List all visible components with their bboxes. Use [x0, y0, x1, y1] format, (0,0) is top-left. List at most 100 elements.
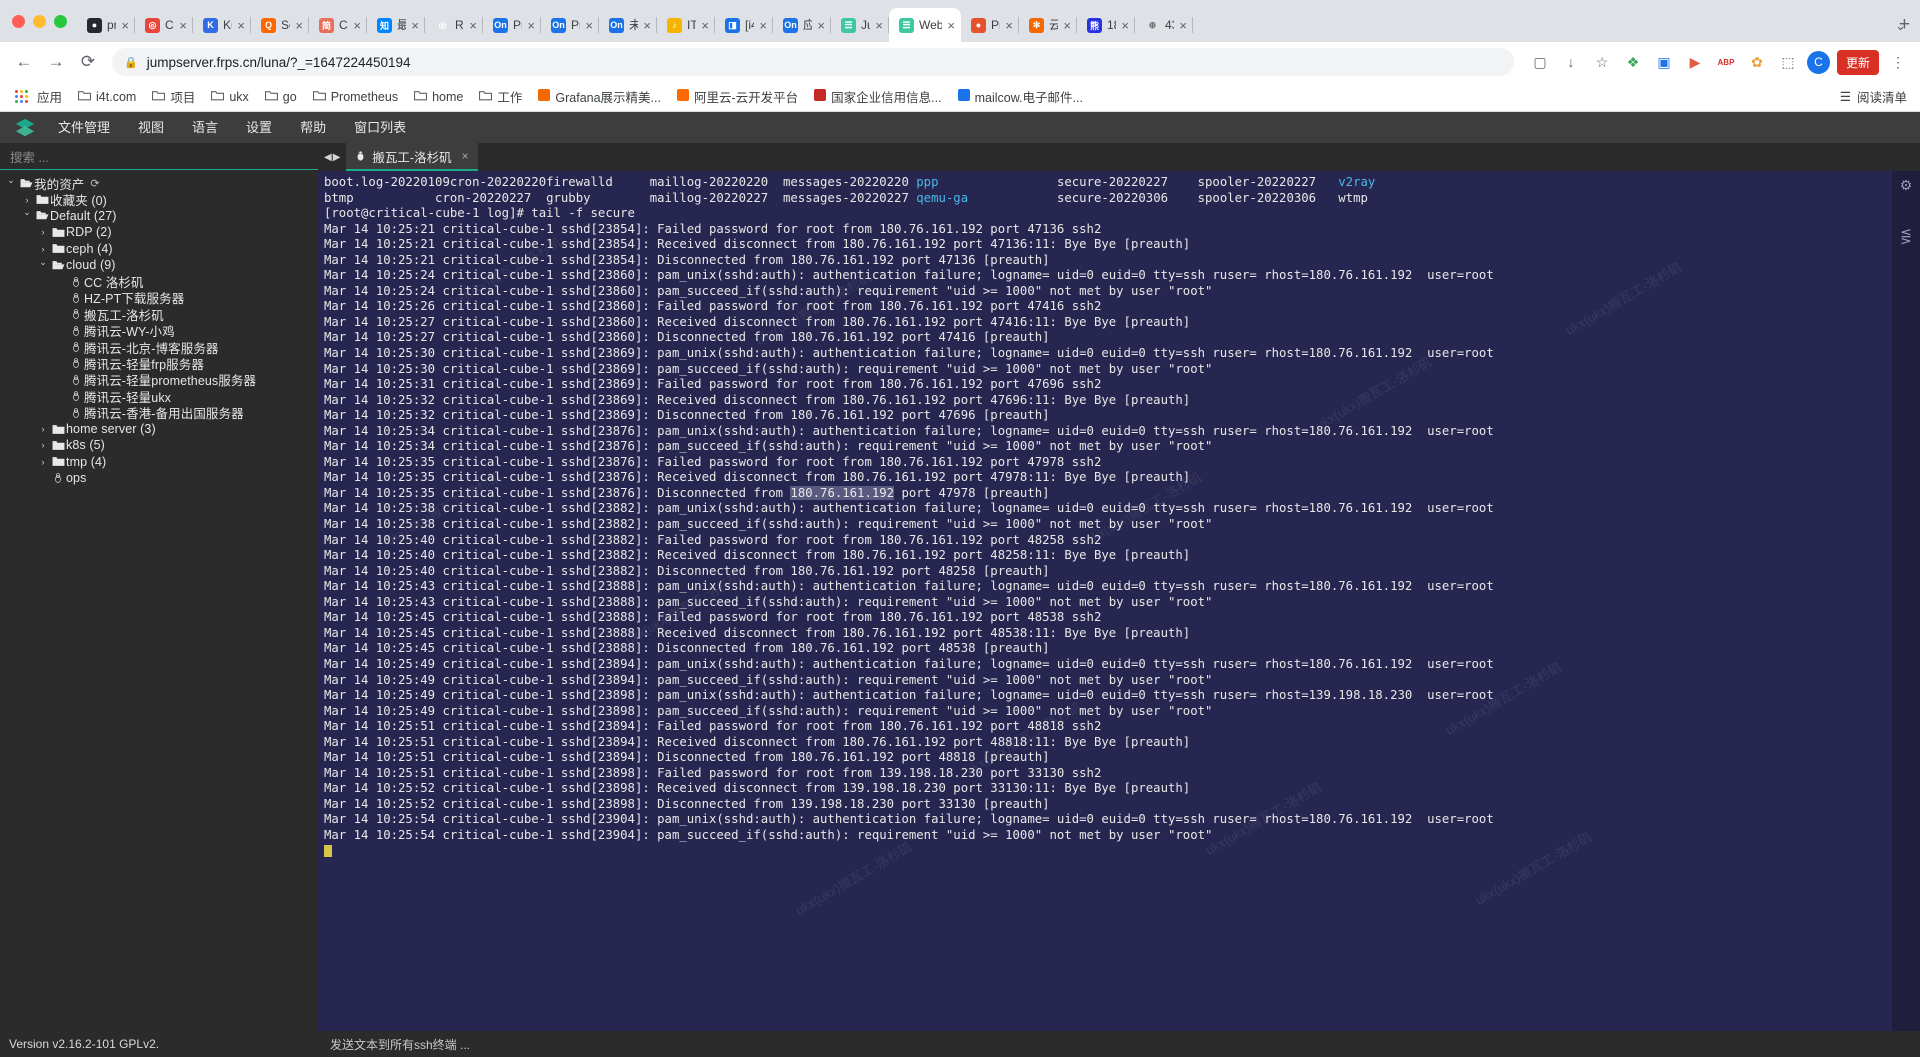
tab-close-icon[interactable]: × [947, 19, 955, 32]
browser-tab-9[interactable]: On 未命 × [599, 8, 657, 42]
tab-close-icon[interactable]: × [295, 19, 303, 32]
tab-close-icon[interactable]: × [701, 19, 709, 32]
bookmark-4[interactable]: go [259, 87, 303, 107]
chevron-right-icon[interactable]: › [20, 195, 34, 205]
tab-close-icon[interactable]: × [1063, 19, 1071, 32]
tab-close-icon[interactable]: × [1005, 19, 1013, 32]
tree-node[interactable]: › RDP (2) [0, 224, 318, 240]
tree-node[interactable]: ⌄ cloud (9) [0, 257, 318, 273]
app-menu-item-1[interactable]: 视图 [124, 112, 178, 143]
browser-tab-15[interactable]: ● Prom × [961, 8, 1019, 42]
reading-list-button[interactable]: ☰ 阅读清单 [1840, 87, 1911, 106]
terminal-tab-scroll[interactable]: ◀ ▶ [318, 143, 346, 171]
tree-node[interactable]: ⌄ Default (27) [0, 207, 318, 224]
bookmark-1[interactable]: i4t.com [72, 87, 142, 107]
app-menu-item-3[interactable]: 设置 [232, 112, 286, 143]
bookmark-9[interactable]: 阿里云-云开发平台 [671, 84, 804, 109]
tree-node[interactable]: 腾讯云-轻量frp服务器 [0, 355, 318, 372]
extensions-icon[interactable]: ⬚ [1776, 50, 1800, 74]
tab-search-chevron-icon[interactable]: ⌄ [1895, 18, 1906, 34]
tree-node[interactable]: ⌄ 我的资产 ⟳ [0, 175, 318, 192]
tab-close-icon[interactable]: × [759, 19, 767, 32]
chevron-down-icon[interactable]: ⌄ [20, 207, 34, 218]
browser-tab-12[interactable]: On 应用 × [773, 8, 831, 42]
tab-close-icon[interactable]: × [643, 19, 651, 32]
tree-node[interactable]: 搬瓦工-洛杉矶 [0, 306, 318, 323]
tab-close-icon[interactable]: × [875, 19, 883, 32]
close-window-button[interactable] [12, 14, 25, 28]
tab-close-icon[interactable]: × [585, 19, 593, 32]
tree-node[interactable]: HZ-PT下载服务器 [0, 290, 318, 306]
bookmark-6[interactable]: home [408, 87, 469, 107]
tab-prev-icon[interactable]: ◀ [324, 152, 332, 163]
colorpick-extension-icon[interactable]: ✿ [1745, 50, 1769, 74]
browser-menu-icon[interactable]: ⋮ [1886, 50, 1910, 74]
avatar[interactable]: C [1806, 50, 1830, 74]
address-bar[interactable]: 🔒 jumpserver.frps.cn/luna/?_=16472244501… [112, 48, 1514, 76]
browser-tab-4[interactable]: 简 Ceph × [309, 8, 367, 42]
update-button[interactable]: 更新 [1836, 49, 1879, 75]
tree-node[interactable]: › home server (3) [0, 421, 318, 437]
send-text-hint[interactable]: 发送文本到所有ssh终端 ... [318, 1036, 470, 1053]
app-menu-item-4[interactable]: 帮助 [286, 112, 340, 143]
chevron-right-icon[interactable]: › [36, 440, 50, 450]
bookmark-11[interactable]: mailcow.电子邮件... [952, 84, 1089, 109]
browser-tab-18[interactable]: ⊕ 43.1 × [1135, 8, 1193, 42]
bookmark-7[interactable]: 工作 [473, 84, 528, 109]
browser-tab-7[interactable]: On Proc × [483, 8, 541, 42]
tree-node[interactable]: 腾讯云-轻量ukx [0, 388, 318, 405]
tab-close-icon[interactable]: × [1179, 19, 1187, 32]
app-menu-item-2[interactable]: 语言 [178, 112, 232, 143]
bookmark-10[interactable]: 国家企业信用信息... [808, 84, 947, 109]
browser-tab-11[interactable]: ◨ [i4t.c × [715, 8, 773, 42]
back-button[interactable]: ← [10, 48, 38, 76]
chevron-right-icon[interactable]: › [36, 424, 50, 434]
tab-close-icon[interactable]: × [179, 19, 187, 32]
chevron-right-icon[interactable]: › [36, 244, 50, 254]
bookmark-2[interactable]: 项目 [146, 84, 201, 109]
search-input[interactable]: 搜索 ... [0, 143, 318, 170]
tree-node[interactable]: 腾讯云-WY-小鸡 [0, 323, 318, 339]
browser-tab-10[interactable]: ♪ ITDC × [657, 8, 715, 42]
bookmark-5[interactable]: Prometheus [307, 87, 404, 107]
terminal-tab-close-icon[interactable]: × [462, 149, 469, 163]
puzzle-extension-icon[interactable]: ❖ [1621, 50, 1645, 74]
browser-tab-14[interactable]: ☰ Web × [889, 8, 961, 42]
browser-tab-5[interactable]: 知最近 × [367, 8, 425, 42]
tab-close-icon[interactable]: × [353, 19, 361, 32]
app-menu-item-0[interactable]: 文件管理 [44, 112, 124, 143]
browser-tab-2[interactable]: K Kubo × [193, 8, 251, 42]
tree-node[interactable]: › 收藏夹 (0) [0, 191, 318, 208]
reload-button[interactable]: ⟳ [74, 48, 102, 76]
tab-close-icon[interactable]: × [411, 19, 419, 32]
tab-close-icon[interactable]: × [469, 19, 477, 32]
bookmark-0[interactable]: 应用 [9, 84, 68, 109]
tree-node[interactable]: ops [0, 470, 318, 486]
tab-close-icon[interactable]: × [527, 19, 535, 32]
browser-tab-3[interactable]: Q Serv × [251, 8, 309, 42]
tree-node[interactable]: 腾讯云-北京-博客服务器 [0, 339, 318, 356]
tab-next-icon[interactable]: ▶ [333, 152, 341, 163]
terminal-tab-active[interactable]: 搬瓦工-洛杉矶 × [346, 143, 478, 171]
chevron-down-icon[interactable]: ⌄ [36, 257, 50, 268]
browser-tab-0[interactable]: ● prom × [77, 8, 135, 42]
bluebox-extension-icon[interactable]: ▣ [1652, 50, 1676, 74]
tree-node[interactable]: › tmp (4) [0, 454, 318, 470]
cast-icon[interactable]: ▢ [1528, 50, 1552, 74]
bookmark-3[interactable]: ukx [205, 87, 254, 107]
tree-node[interactable]: 腾讯云-香港-备用出国服务器 [0, 404, 318, 421]
download-icon[interactable]: ↓ [1559, 50, 1583, 74]
tab-close-icon[interactable]: × [237, 19, 245, 32]
app-menu-item-5[interactable]: 窗口列表 [340, 112, 420, 143]
chevron-right-icon[interactable]: › [36, 227, 50, 237]
browser-tab-8[interactable]: On Proc × [541, 8, 599, 42]
maximize-window-button[interactable] [54, 14, 67, 28]
chevron-down-icon[interactable]: ⌄ [4, 175, 18, 186]
terminal-output[interactable]: boot.log-20220109cron-20220220firewalld … [318, 171, 1892, 1031]
browser-tab-17[interactable]: 熊 180. × [1077, 8, 1135, 42]
settings-gear-icon[interactable]: ⚙ [1900, 177, 1913, 194]
chevron-right-icon[interactable]: › [36, 457, 50, 467]
browser-tab-16[interactable]: ✻ 云服 × [1019, 8, 1077, 42]
tree-node[interactable]: CC 洛杉矶 [0, 273, 318, 290]
tree-node[interactable]: › k8s (5) [0, 437, 318, 453]
